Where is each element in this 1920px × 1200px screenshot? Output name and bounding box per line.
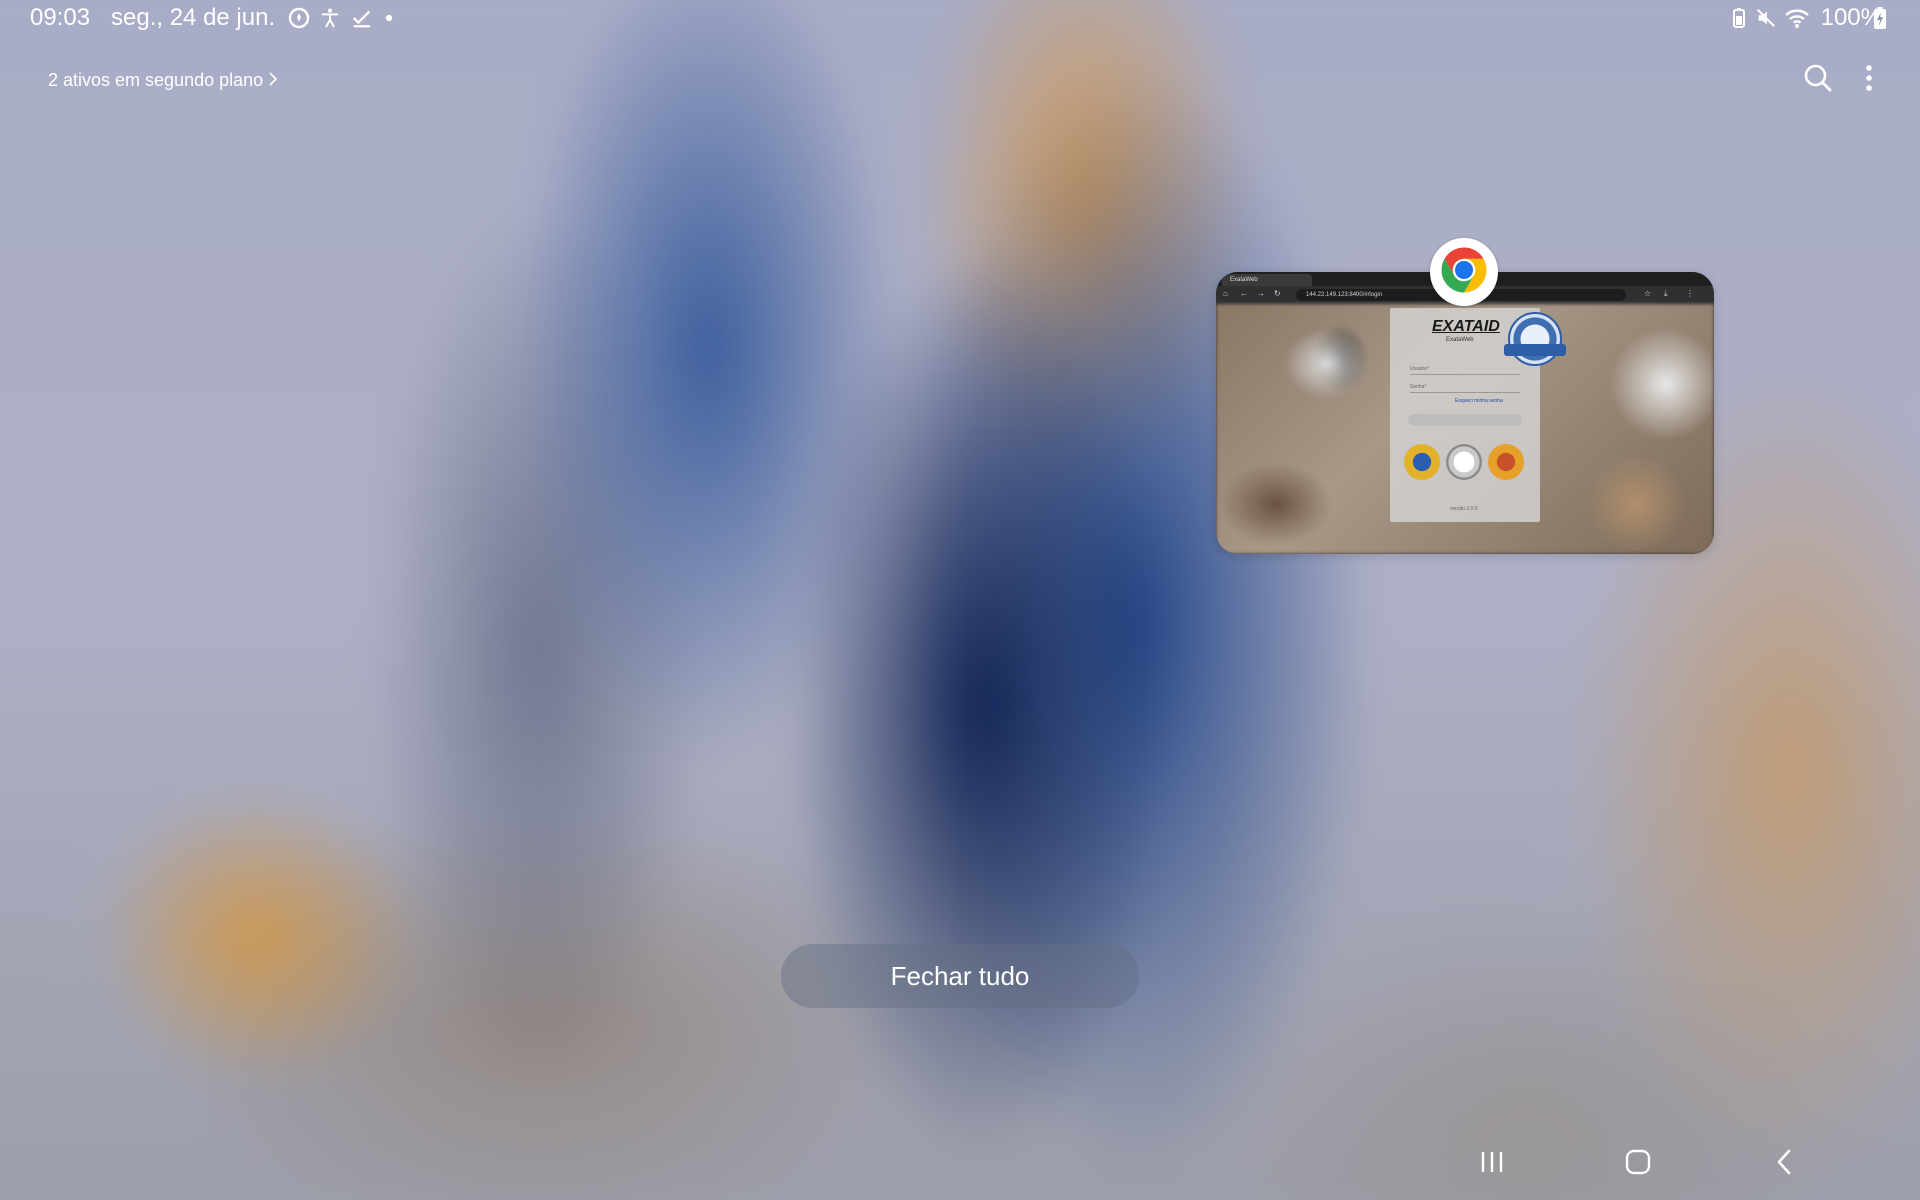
certification-seal-icon bbox=[1488, 444, 1524, 480]
version-footer: versão 2.0.0 bbox=[1450, 506, 1478, 512]
search-button[interactable] bbox=[1800, 62, 1836, 98]
status-bar: 09:03 seg., 24 de jun. 100% bbox=[0, 0, 1920, 36]
wallpaper bbox=[0, 0, 1920, 1200]
battery-saver-icon bbox=[1730, 6, 1748, 30]
certification-seal-icon bbox=[1446, 444, 1482, 480]
home-nav-icon: ⌂ bbox=[1223, 289, 1228, 298]
login-button bbox=[1408, 414, 1522, 426]
accessibility-icon bbox=[318, 6, 342, 30]
username-field: Usuário* bbox=[1410, 364, 1520, 375]
close-all-button[interactable]: Fechar tudo bbox=[781, 944, 1139, 1008]
recents-icon bbox=[1479, 1150, 1505, 1179]
search-icon bbox=[1803, 63, 1833, 98]
dot-icon bbox=[382, 6, 396, 30]
status-date: seg., 24 de jun. bbox=[111, 4, 276, 31]
recents-nav-button[interactable] bbox=[1464, 1142, 1520, 1186]
checkmark-icon bbox=[350, 6, 374, 30]
chrome-app-icon-button[interactable] bbox=[1430, 238, 1498, 306]
password-field: Senha* bbox=[1410, 382, 1520, 393]
battery-charging-icon bbox=[1872, 6, 1888, 30]
forward-nav-icon: → bbox=[1257, 289, 1265, 298]
browser-tab: ExataWeb bbox=[1222, 274, 1312, 286]
back-nav-button[interactable] bbox=[1756, 1142, 1812, 1186]
background-apps-link[interactable]: 2 ativos em segundo plano bbox=[48, 70, 278, 91]
background-apps-label: 2 ativos em segundo plano bbox=[48, 70, 264, 90]
forgot-password-link: Esqueci minha senha bbox=[1455, 398, 1503, 404]
activity-ring-icon bbox=[286, 6, 312, 30]
wifi-icon bbox=[1784, 6, 1810, 30]
chrome-icon bbox=[1437, 243, 1491, 302]
mute-icon bbox=[1754, 6, 1778, 30]
reload-nav-icon: ↻ bbox=[1274, 289, 1281, 298]
download-icon: ⤓ bbox=[1664, 289, 1668, 298]
recents-screen: 09:03 seg., 24 de jun. 100% 2 ativos em bbox=[0, 0, 1920, 1200]
home-nav-button[interactable] bbox=[1610, 1142, 1666, 1186]
logo-subtitle: ExataWeb bbox=[1446, 337, 1474, 343]
home-icon bbox=[1624, 1148, 1652, 1181]
exataid-logo: EXATAID bbox=[1432, 318, 1500, 335]
bookmark-star-icon: ☆ bbox=[1644, 289, 1652, 298]
status-time: 09:03 bbox=[30, 4, 91, 31]
more-options-button[interactable] bbox=[1851, 62, 1887, 98]
award-seal-icon bbox=[1508, 312, 1562, 366]
more-options-icon bbox=[1865, 64, 1873, 97]
chevron-right-icon bbox=[269, 70, 278, 91]
browser-menu-icon: ⋮ bbox=[1686, 289, 1694, 298]
back-nav-icon: ← bbox=[1240, 289, 1248, 298]
back-icon bbox=[1774, 1148, 1794, 1181]
recent-app-card-chrome[interactable]: ExataWeb ⌂ ← → ↻ 144.22.149.123:8400/#/l… bbox=[1216, 272, 1714, 554]
award-ribbon-icon bbox=[1504, 344, 1566, 356]
certification-seal-icon bbox=[1404, 444, 1440, 480]
